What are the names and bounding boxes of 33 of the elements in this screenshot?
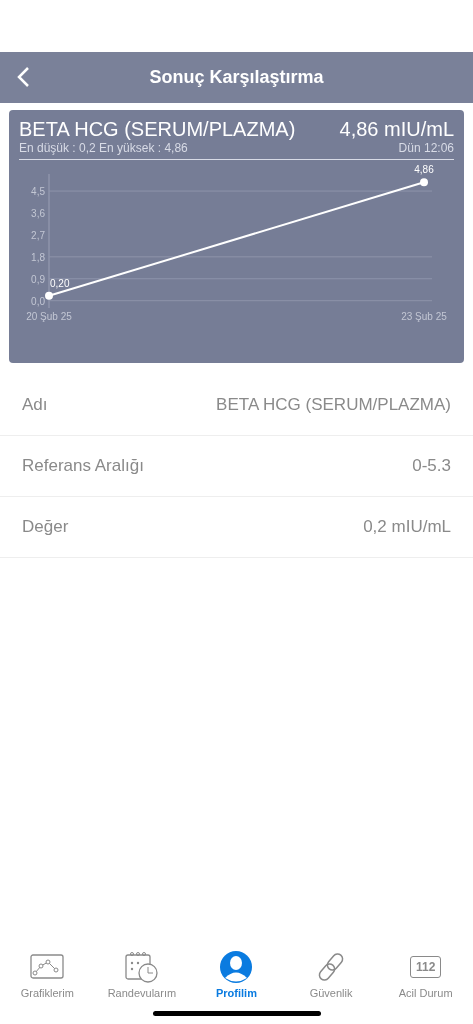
y-tick-label: 0,0 [31, 295, 45, 307]
detail-label: Adı [22, 395, 48, 415]
x-tick-label: 23 Şub 25 [401, 311, 447, 322]
tab[interactable]: 112 Acil Durum [380, 951, 471, 1003]
tab[interactable]: Güvenlik [286, 951, 377, 1003]
y-tick-label: 4,5 [31, 186, 45, 198]
result-time: Dün 12:06 [398, 141, 454, 155]
detail-label: Değer [22, 517, 69, 537]
y-tick-label: 1,8 [31, 251, 45, 263]
result-value: 4,86 mIU/mL [339, 118, 454, 141]
line-chart-icon [30, 954, 65, 980]
y-tick-label: 0,9 [31, 273, 45, 285]
y-tick-label: 3,6 [31, 208, 45, 219]
calendar-clock-icon [124, 951, 159, 983]
y-tick-label: 2,7 [31, 229, 45, 241]
detail-value: 0-5.3 [412, 456, 451, 476]
detail-value: 0,2 mIU/mL [363, 517, 451, 537]
detail-label: Referans Aralığı [22, 456, 144, 476]
data-point [420, 178, 428, 187]
emergency-number-icon: 112 [410, 956, 442, 978]
detail-value: BETA HCG (SERUM/PLAZMA) [216, 395, 451, 415]
tab[interactable]: Randevularım [96, 951, 187, 1003]
page-title: Sonuç Karşılaştırma [149, 67, 324, 88]
range-summary: En düşük : 0,2 En yüksek : 4,86 [19, 141, 188, 155]
back-icon [16, 66, 30, 88]
x-tick-label: 20 Şub 25 [26, 311, 72, 322]
data-label: 0,20 [50, 277, 70, 289]
data-label: 4,86 [414, 164, 434, 176]
person-icon [220, 951, 253, 983]
tab[interactable]: Profilim [191, 951, 282, 1003]
tab[interactable]: Grafiklerim [2, 951, 93, 1003]
data-point [45, 291, 53, 300]
test-name: BETA HCG (SERUM/PLAZMA) [19, 118, 296, 141]
